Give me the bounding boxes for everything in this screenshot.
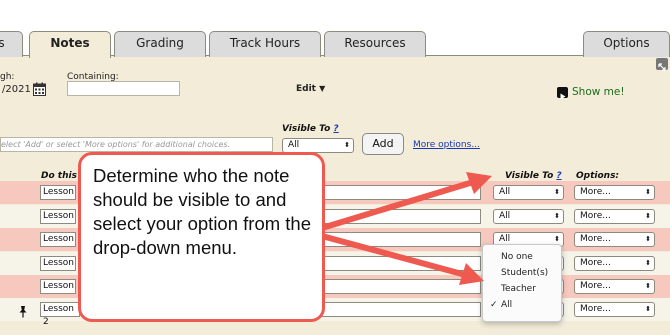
arrow-to-visible-to-header <box>319 180 473 231</box>
callout-text: Determine who the note should be visible… <box>93 165 311 258</box>
arrow-to-dropdown <box>319 233 465 277</box>
arrow-head <box>459 263 484 285</box>
tab-label: Notes <box>50 36 90 50</box>
instruction-callout: Determine who the note should be visible… <box>78 152 325 322</box>
tab-notes[interactable]: Notes <box>29 31 111 58</box>
